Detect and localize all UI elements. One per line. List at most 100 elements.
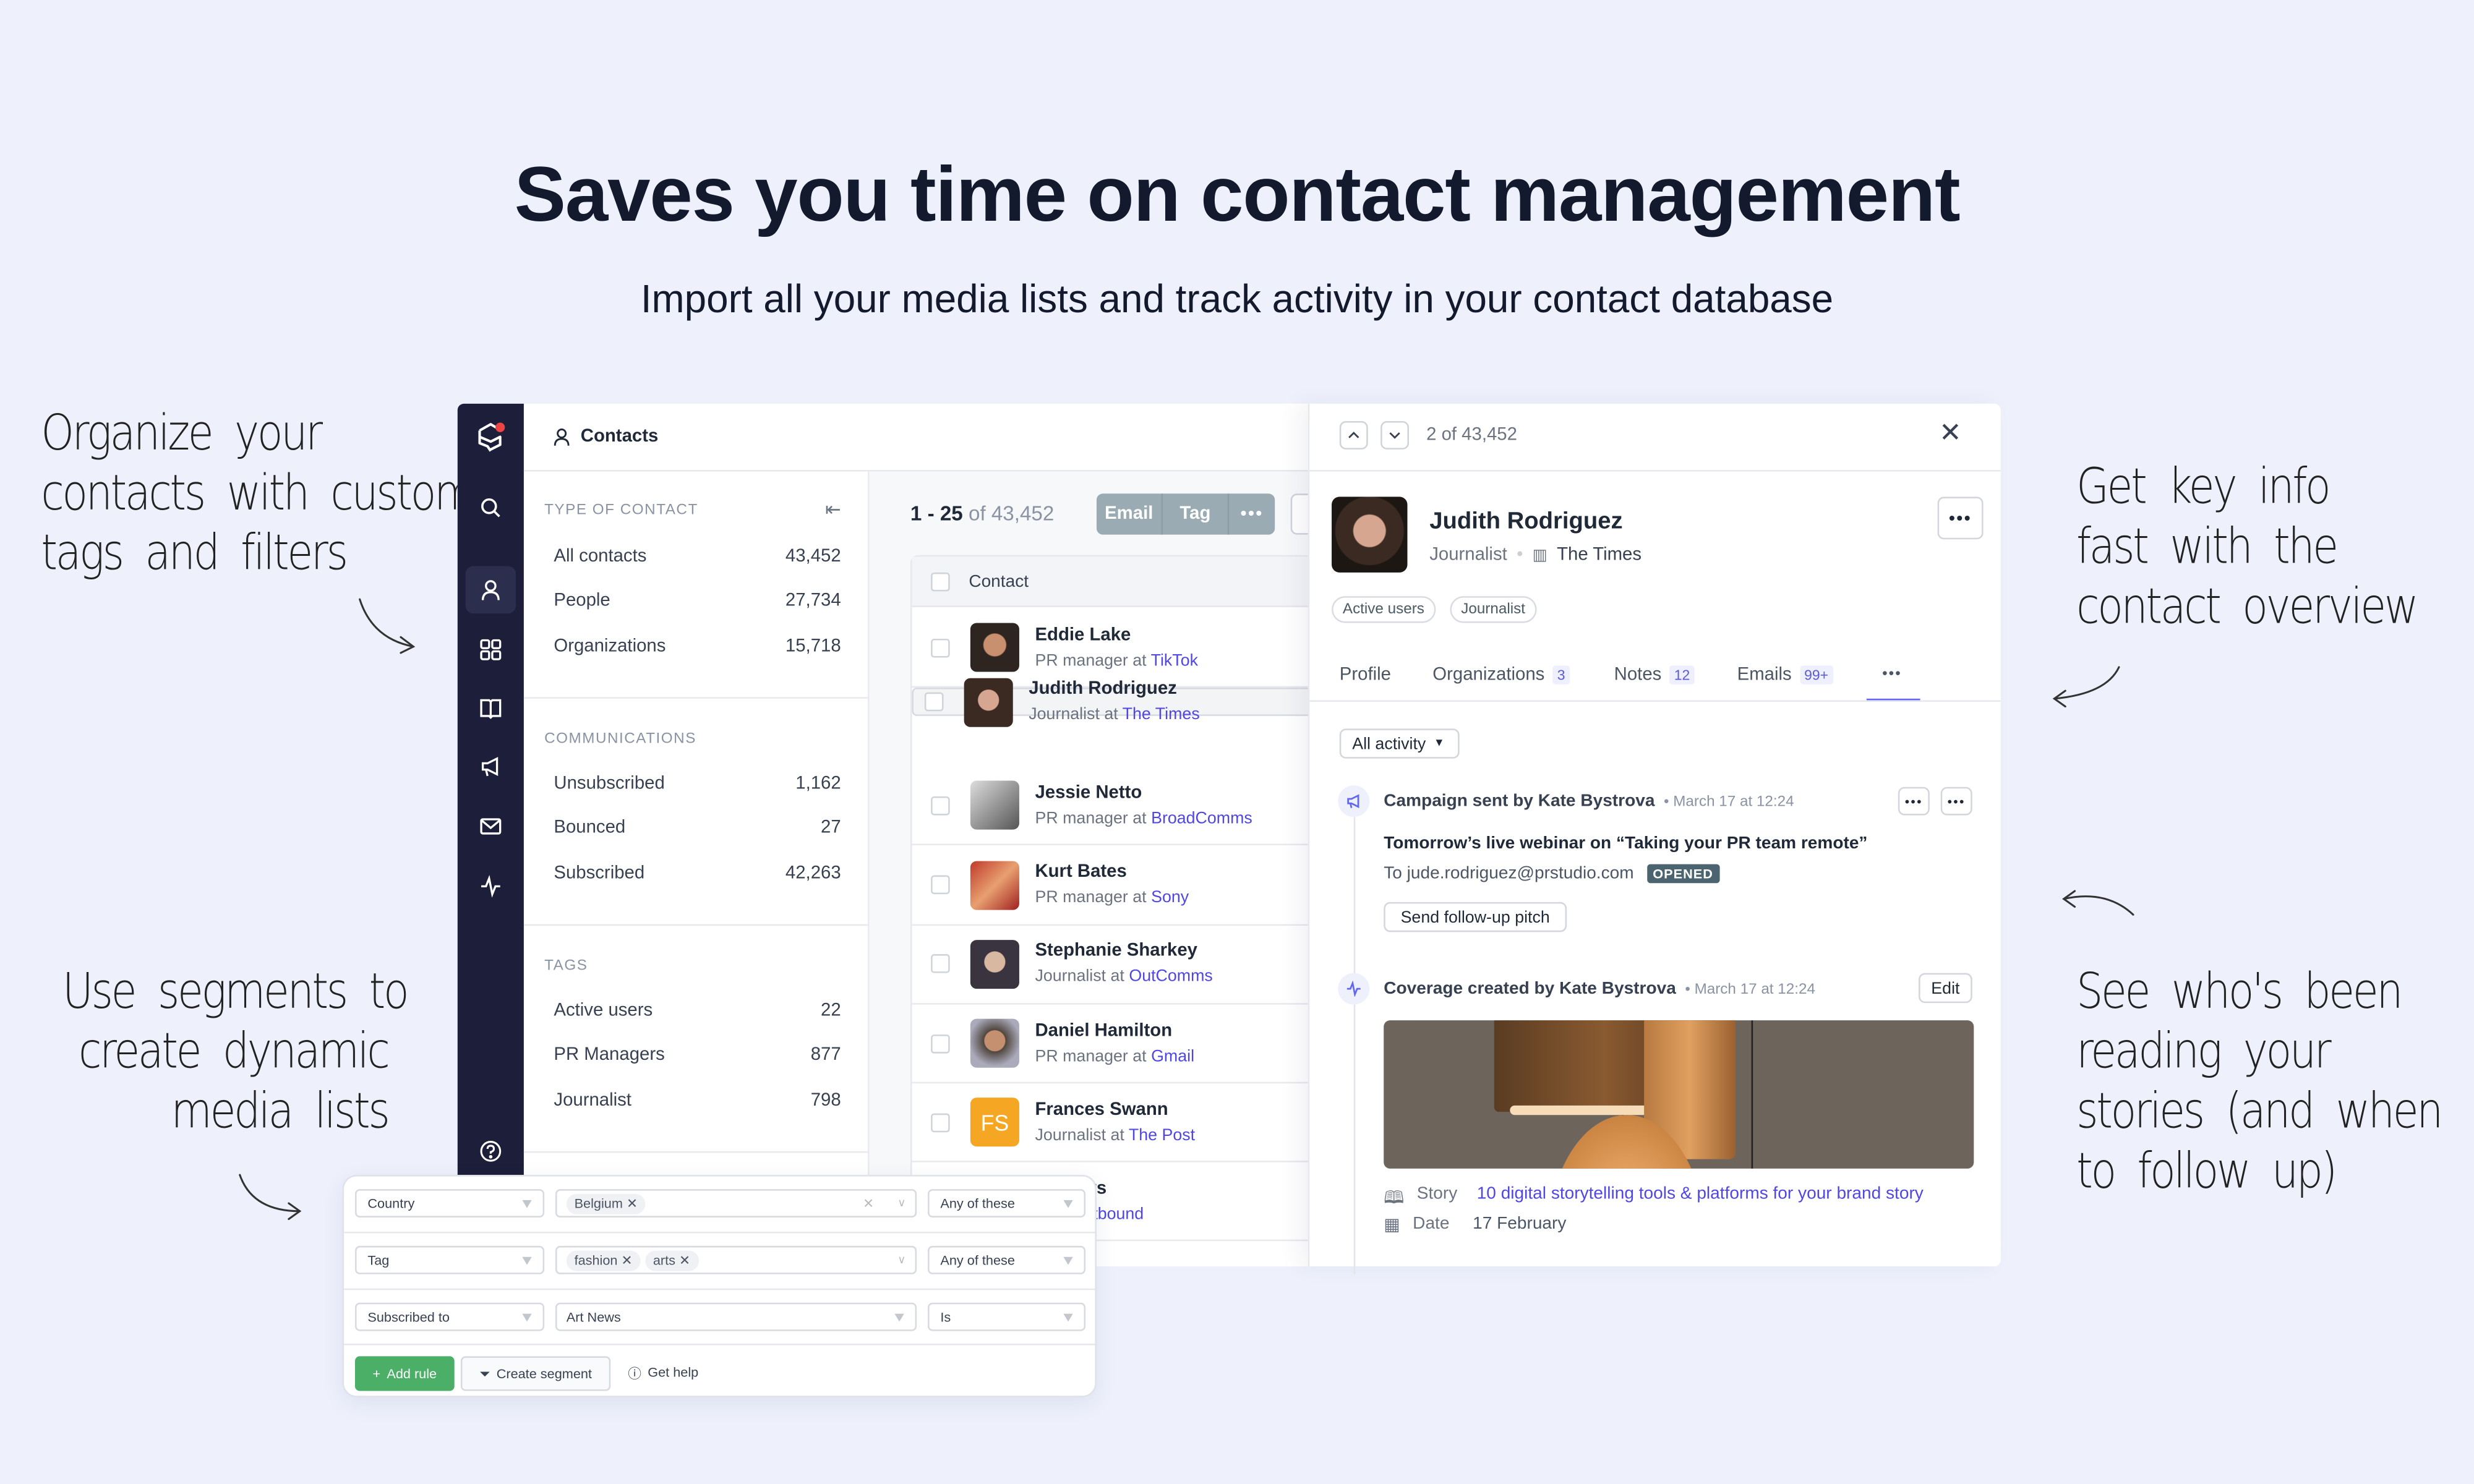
filter-item[interactable]: Subscribed 42,263 (554, 864, 841, 883)
filter-item[interactable]: PR Managers 877 (554, 1046, 841, 1065)
rule-value-select[interactable]: Belgium ✕ ✕ ∨ (555, 1189, 917, 1217)
contact-name[interactable]: Daniel Hamilton (1035, 1018, 1194, 1043)
contact-name[interactable]: Stephanie Sharkey (1035, 939, 1212, 964)
contacts-icon[interactable] (465, 566, 516, 614)
activity-title: Campaign sent by Kate Bystrova • March 1… (1384, 791, 1794, 811)
company-link[interactable]: BroadComms (1151, 809, 1252, 828)
dashboard-icon[interactable] (473, 633, 508, 667)
tab-profile[interactable]: Profile (1340, 665, 1391, 684)
filter-item[interactable]: Bounced 27 (554, 819, 841, 838)
tag-pill[interactable]: Active users (1332, 596, 1436, 623)
table-row[interactable]: FS Frances Swann Journalist at The Post (912, 1084, 1308, 1163)
filter-item[interactable]: Active users 22 (554, 1002, 841, 1021)
filter-item[interactable]: Journalist 798 (554, 1091, 841, 1110)
row-checkbox[interactable] (924, 693, 944, 712)
tab-organizations[interactable]: Organizations 3 (1432, 665, 1570, 684)
tab-notes[interactable]: Notes 12 (1614, 665, 1695, 684)
filter-item[interactable]: People 27,734 (554, 592, 841, 611)
rule-field-select[interactable]: Country (354, 1189, 545, 1217)
rule-field-select[interactable]: Subscribed to (354, 1302, 545, 1331)
table-row[interactable]: Judith Rodriguez Journalist at The Times (912, 677, 1308, 727)
add-rule-button[interactable]: + Add rule (354, 1356, 455, 1391)
table-row[interactable]: Eddie Lake PR manager at TikTok (912, 608, 1308, 688)
activity-filter-dropdown[interactable]: All activity ▼ (1339, 728, 1460, 759)
clear-icon[interactable]: ✕ (863, 1195, 874, 1212)
filter-item[interactable]: All contacts 43,452 (554, 547, 841, 566)
rule-operator-select[interactable]: Any of these (927, 1189, 1086, 1217)
divider (523, 1151, 870, 1153)
email-button[interactable]: Email (1097, 493, 1163, 535)
table-header: Contact (912, 556, 1308, 607)
coverage-image[interactable] (1384, 1020, 1974, 1169)
toolbar-button[interactable] (1290, 493, 1308, 535)
more-button[interactable]: ••• (1229, 493, 1275, 534)
contact-role: Journalist at OutComms (1035, 967, 1213, 986)
contact-name[interactable]: Frances Swann (1035, 1097, 1195, 1122)
contact-more-button[interactable]: ••• (1937, 497, 1984, 540)
caret-down-icon (522, 1256, 532, 1265)
table-row[interactable]: Stephanie Sharkey Journalist at OutComms (912, 926, 1308, 1005)
company-link[interactable]: The Times (1123, 706, 1200, 725)
value-chip[interactable]: arts ✕ (645, 1250, 698, 1271)
chevron-down-icon[interactable]: ∨ (897, 1254, 905, 1266)
contact-info: Frances Swann Journalist at The Post (1035, 1097, 1195, 1148)
logo-icon[interactable] (473, 419, 508, 454)
collapse-panel-icon[interactable]: ⇤ (825, 498, 841, 521)
avatar (970, 781, 1019, 830)
contact-detail-panel: 2 of 43,452 ✕ Judith Rodriguez Journalis… (1308, 403, 2001, 1274)
search-icon[interactable] (473, 490, 508, 525)
contact-name[interactable]: Judith Rodriguez (1029, 677, 1199, 702)
activity-more-button[interactable]: ••• (1940, 787, 1972, 816)
row-checkbox[interactable] (931, 796, 950, 816)
activity-more-button[interactable]: ••• (1898, 787, 1930, 816)
create-segment-button[interactable]: ⏷ Create segment (460, 1356, 611, 1391)
table-row[interactable]: Kurt Bates PR manager at Sony (912, 846, 1308, 926)
rule-operator-select[interactable]: Is (927, 1302, 1086, 1331)
chevron-down-icon[interactable]: ∨ (897, 1197, 905, 1209)
tag-pill[interactable]: Journalist (1450, 596, 1536, 623)
close-icon[interactable]: ✕ (1939, 418, 1961, 450)
row-checkbox[interactable] (931, 875, 950, 895)
row-checkbox[interactable] (931, 1112, 950, 1132)
edit-button[interactable]: Edit (1919, 973, 1972, 1004)
tag-button[interactable]: Tag (1163, 493, 1230, 535)
rule-operator-select[interactable]: Any of these (927, 1245, 1086, 1274)
arrow-icon (2053, 666, 2120, 700)
contact-name[interactable]: Kurt Bates (1035, 859, 1189, 885)
tab-emails[interactable]: Emails 99+ (1737, 665, 1833, 684)
story-link[interactable]: 10 digital storytelling tools & platform… (1477, 1184, 1924, 1214)
company-link[interactable]: TikTok (1151, 650, 1198, 670)
rule-field-select[interactable]: Tag (354, 1245, 545, 1274)
contact-name[interactable]: Jessie Netto (1035, 780, 1252, 806)
activity-icon[interactable] (473, 869, 508, 903)
contact-company[interactable]: The Times (1557, 545, 1641, 565)
megaphone-icon[interactable] (473, 749, 508, 783)
company-link[interactable]: Gmail (1151, 1046, 1194, 1065)
rule-value-select[interactable]: Art News (555, 1302, 917, 1331)
help-icon[interactable] (473, 1134, 508, 1169)
company-link[interactable]: Sony (1151, 888, 1189, 907)
filter-item[interactable]: Organizations 15,718 (554, 636, 841, 655)
select-all-checkbox[interactable] (931, 571, 950, 591)
contact-name[interactable]: Eddie Lake (1035, 622, 1198, 647)
row-checkbox[interactable] (931, 1033, 950, 1053)
company-link[interactable]: OutComms (1129, 967, 1212, 986)
value-chip[interactable]: Belgium ✕ (566, 1193, 646, 1214)
rule-value-select[interactable]: fashion ✕ arts ✕ ∨ (555, 1245, 917, 1274)
get-help-link[interactable]: ⓘ Get help (628, 1364, 698, 1383)
table-row[interactable]: Daniel Hamilton PR manager at Gmail (912, 1005, 1308, 1084)
tab-more[interactable]: ••• (1882, 665, 1902, 681)
row-checkbox[interactable] (931, 954, 950, 974)
filter-item[interactable]: Unsubscribed 1,162 (554, 774, 841, 793)
count-badge: 12 (1669, 665, 1695, 684)
company-link[interactable]: The Post (1129, 1125, 1195, 1145)
previous-button[interactable] (1339, 420, 1368, 450)
filter-label: People (554, 592, 610, 611)
row-checkbox[interactable] (931, 638, 950, 657)
mail-icon[interactable] (473, 809, 508, 843)
next-button[interactable] (1380, 420, 1410, 450)
table-row[interactable]: Jessie Netto PR manager at BroadComms (912, 767, 1308, 846)
book-icon[interactable] (473, 691, 508, 725)
send-follow-up-button[interactable]: Send follow-up pitch (1384, 902, 1567, 932)
value-chip[interactable]: fashion ✕ (566, 1250, 641, 1271)
